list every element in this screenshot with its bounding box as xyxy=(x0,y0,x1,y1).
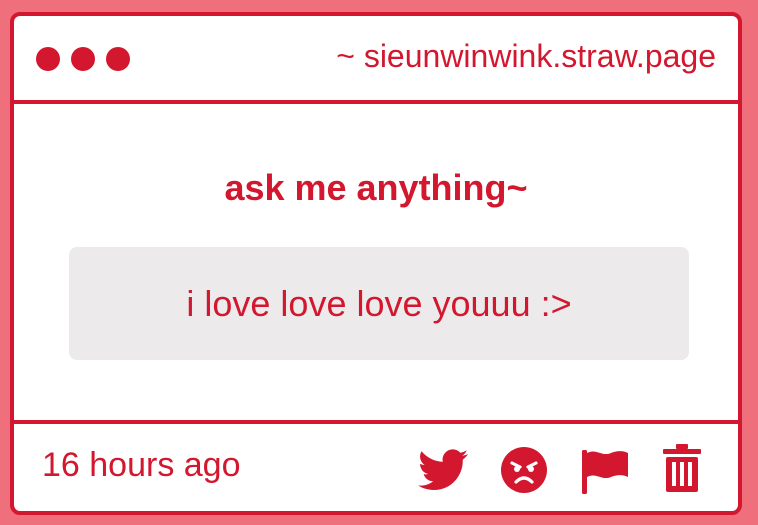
timestamp: 16 hours ago xyxy=(42,446,241,484)
flag-icon[interactable] xyxy=(580,448,630,494)
twitter-icon[interactable] xyxy=(418,448,468,492)
window-dots xyxy=(36,47,130,71)
prompt-title: ask me anything~ xyxy=(224,167,528,208)
window-dot xyxy=(71,47,95,71)
angry-face-icon[interactable] xyxy=(500,446,548,494)
window-dot xyxy=(106,47,130,71)
window-dot xyxy=(36,47,60,71)
page-url: ~ sieunwinwink.straw.page xyxy=(336,38,716,74)
card-footer: 16 hours ago xyxy=(14,420,738,511)
message-content: ask me anything~ i love love love youuu … xyxy=(14,104,738,422)
message-card: ~ sieunwinwink.straw.page ask me anythin… xyxy=(10,12,742,515)
trash-icon[interactable] xyxy=(662,444,702,492)
answer-text: i love love love youuu :> xyxy=(186,282,572,324)
window-titlebar: ~ sieunwinwink.straw.page xyxy=(14,16,738,104)
answer-box: i love love love youuu :> xyxy=(69,247,689,360)
